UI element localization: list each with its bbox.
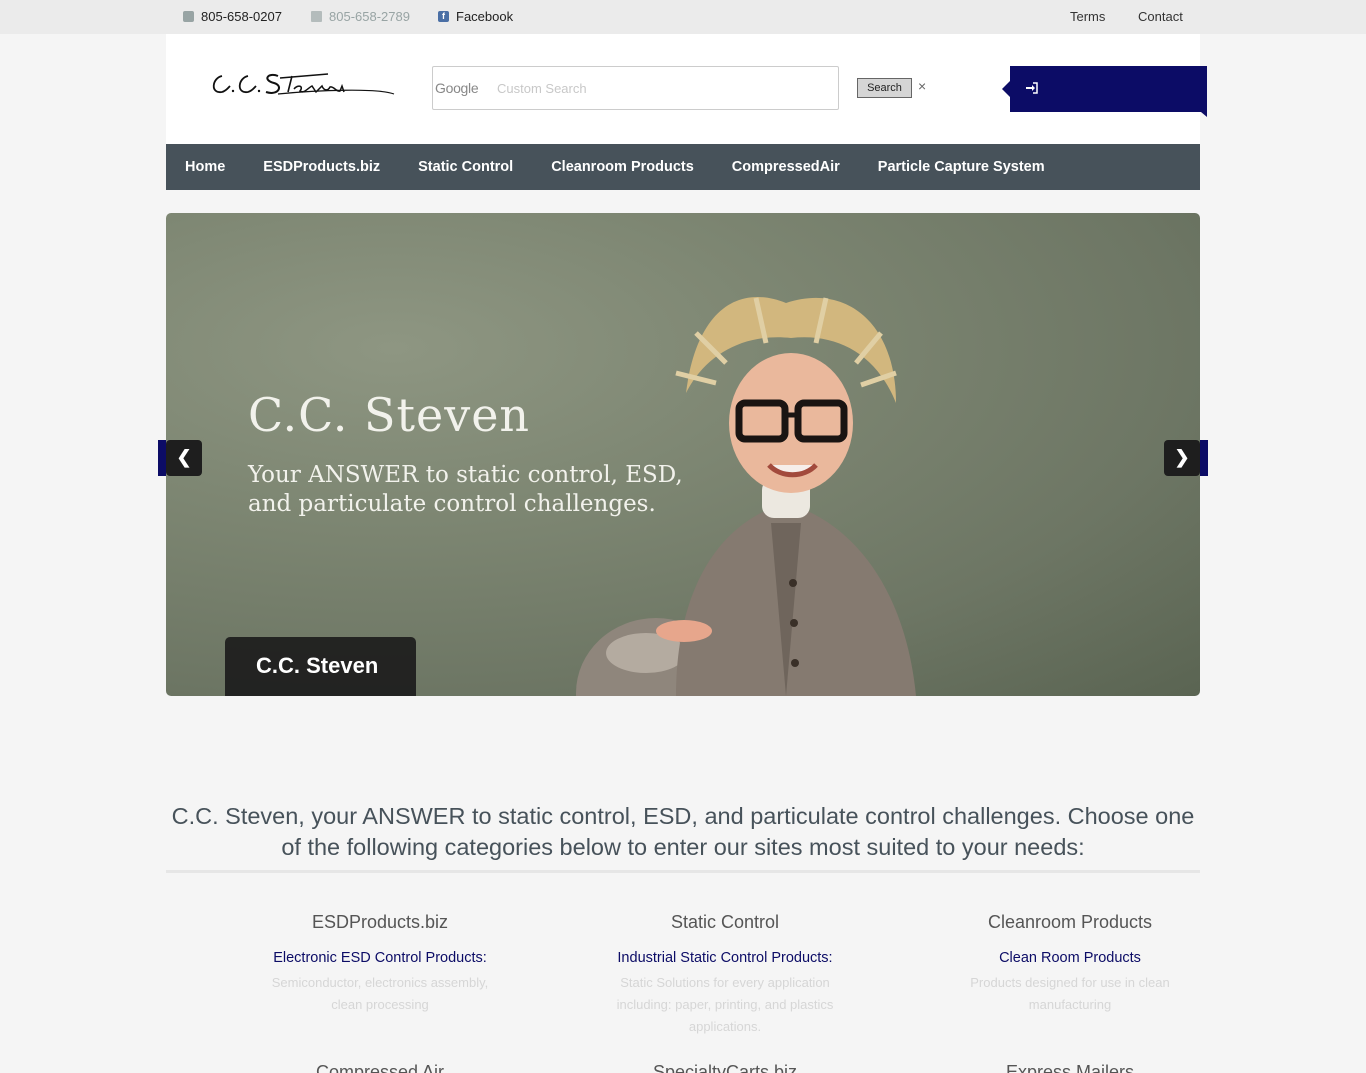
fax-contact[interactable]: 805-658-2789 bbox=[311, 9, 410, 24]
category-cleanroom: Cleanroom Products Clean Room Products P… bbox=[950, 912, 1190, 1016]
search-button[interactable]: Search bbox=[857, 78, 912, 98]
printer-icon bbox=[311, 11, 322, 22]
category-description: Static Solutions for every application i… bbox=[616, 975, 834, 1034]
category-express-mailers-title[interactable]: Express Mailers bbox=[950, 1062, 1190, 1073]
facebook-label: Facebook bbox=[456, 9, 514, 24]
category-link[interactable]: Electronic ESD Control Products: bbox=[260, 950, 500, 966]
facebook-link[interactable]: f Facebook bbox=[438, 9, 513, 24]
google-brand-label: Google bbox=[435, 80, 479, 96]
category-title[interactable]: ESDProducts.biz bbox=[260, 912, 500, 933]
search-input[interactable] bbox=[497, 77, 817, 99]
category-title[interactable]: Static Control bbox=[605, 912, 845, 933]
category-esdproducts: ESDProducts.biz Electronic ESD Control P… bbox=[260, 912, 500, 1016]
category-link[interactable]: Industrial Static Control Products: bbox=[605, 950, 845, 966]
cc-steven-logo[interactable] bbox=[208, 64, 398, 104]
contact-link[interactable]: Contact bbox=[1138, 9, 1183, 24]
category-specialtycarts-title[interactable]: SpecialtyCarts.biz bbox=[605, 1062, 845, 1073]
chevron-right-icon: ❯ bbox=[1164, 440, 1200, 476]
category-title[interactable]: Cleanroom Products bbox=[950, 912, 1190, 933]
facebook-icon: f bbox=[438, 11, 449, 22]
category-description: Products designed for use in clean manuf… bbox=[970, 975, 1170, 1012]
login-button[interactable] bbox=[1002, 66, 1207, 117]
chevron-left-icon: ❮ bbox=[166, 440, 202, 476]
category-compressed-air-title[interactable]: Compressed Air bbox=[260, 1062, 500, 1073]
nav-item-particle-capture-system[interactable]: Particle Capture System bbox=[859, 144, 1064, 190]
next-accent-bar bbox=[1200, 440, 1208, 476]
intro-heading: C.C. Steven, your ANSWER to static contr… bbox=[171, 803, 1195, 860]
nav-item-static-control[interactable]: Static Control bbox=[399, 144, 532, 190]
section-divider bbox=[166, 870, 1200, 873]
category-description: Semiconductor, electronics assembly, cle… bbox=[271, 975, 489, 1012]
phone-contact[interactable]: 805-658-0207 bbox=[183, 9, 282, 24]
phone-icon bbox=[183, 11, 194, 22]
nav-item-cleanroom-products[interactable]: Cleanroom Products bbox=[532, 144, 713, 190]
hero-slider[interactable]: C.C. Steven Your ANSWER to static contro… bbox=[166, 213, 1200, 696]
category-link[interactable]: Clean Room Products bbox=[950, 950, 1190, 966]
phone-number: 805-658-0207 bbox=[201, 9, 282, 24]
terms-link[interactable]: Terms bbox=[1070, 9, 1105, 24]
fax-number: 805-658-2789 bbox=[329, 9, 410, 24]
top-bar: 805-658-0207 805-658-2789 f Facebook Ter… bbox=[0, 0, 1366, 34]
clear-search-icon[interactable]: × bbox=[918, 78, 926, 94]
slider-prev-button[interactable]: ❮ bbox=[158, 440, 202, 476]
nav-item-home[interactable]: Home bbox=[166, 144, 244, 190]
slider-next-button[interactable]: ❯ bbox=[1164, 440, 1208, 476]
slide-caption: C.C. Steven bbox=[225, 637, 416, 696]
child-photo-illustration bbox=[576, 297, 916, 696]
slide-caption-text: C.C. Steven bbox=[256, 653, 379, 678]
main-navigation: Home ESDProducts.biz Static Control Clea… bbox=[166, 144, 1200, 190]
site-header: Google Search × bbox=[166, 34, 1207, 144]
sign-in-icon bbox=[1026, 82, 1038, 94]
prev-accent-bar bbox=[158, 440, 166, 476]
slide-chalk-title: C.C. Steven bbox=[248, 388, 531, 442]
nav-item-compressedair[interactable]: CompressedAir bbox=[713, 144, 859, 190]
search-box: Google bbox=[432, 66, 839, 110]
category-static-control: Static Control Industrial Static Control… bbox=[605, 912, 845, 1038]
nav-item-esdproducts[interactable]: ESDProducts.biz bbox=[244, 144, 399, 190]
